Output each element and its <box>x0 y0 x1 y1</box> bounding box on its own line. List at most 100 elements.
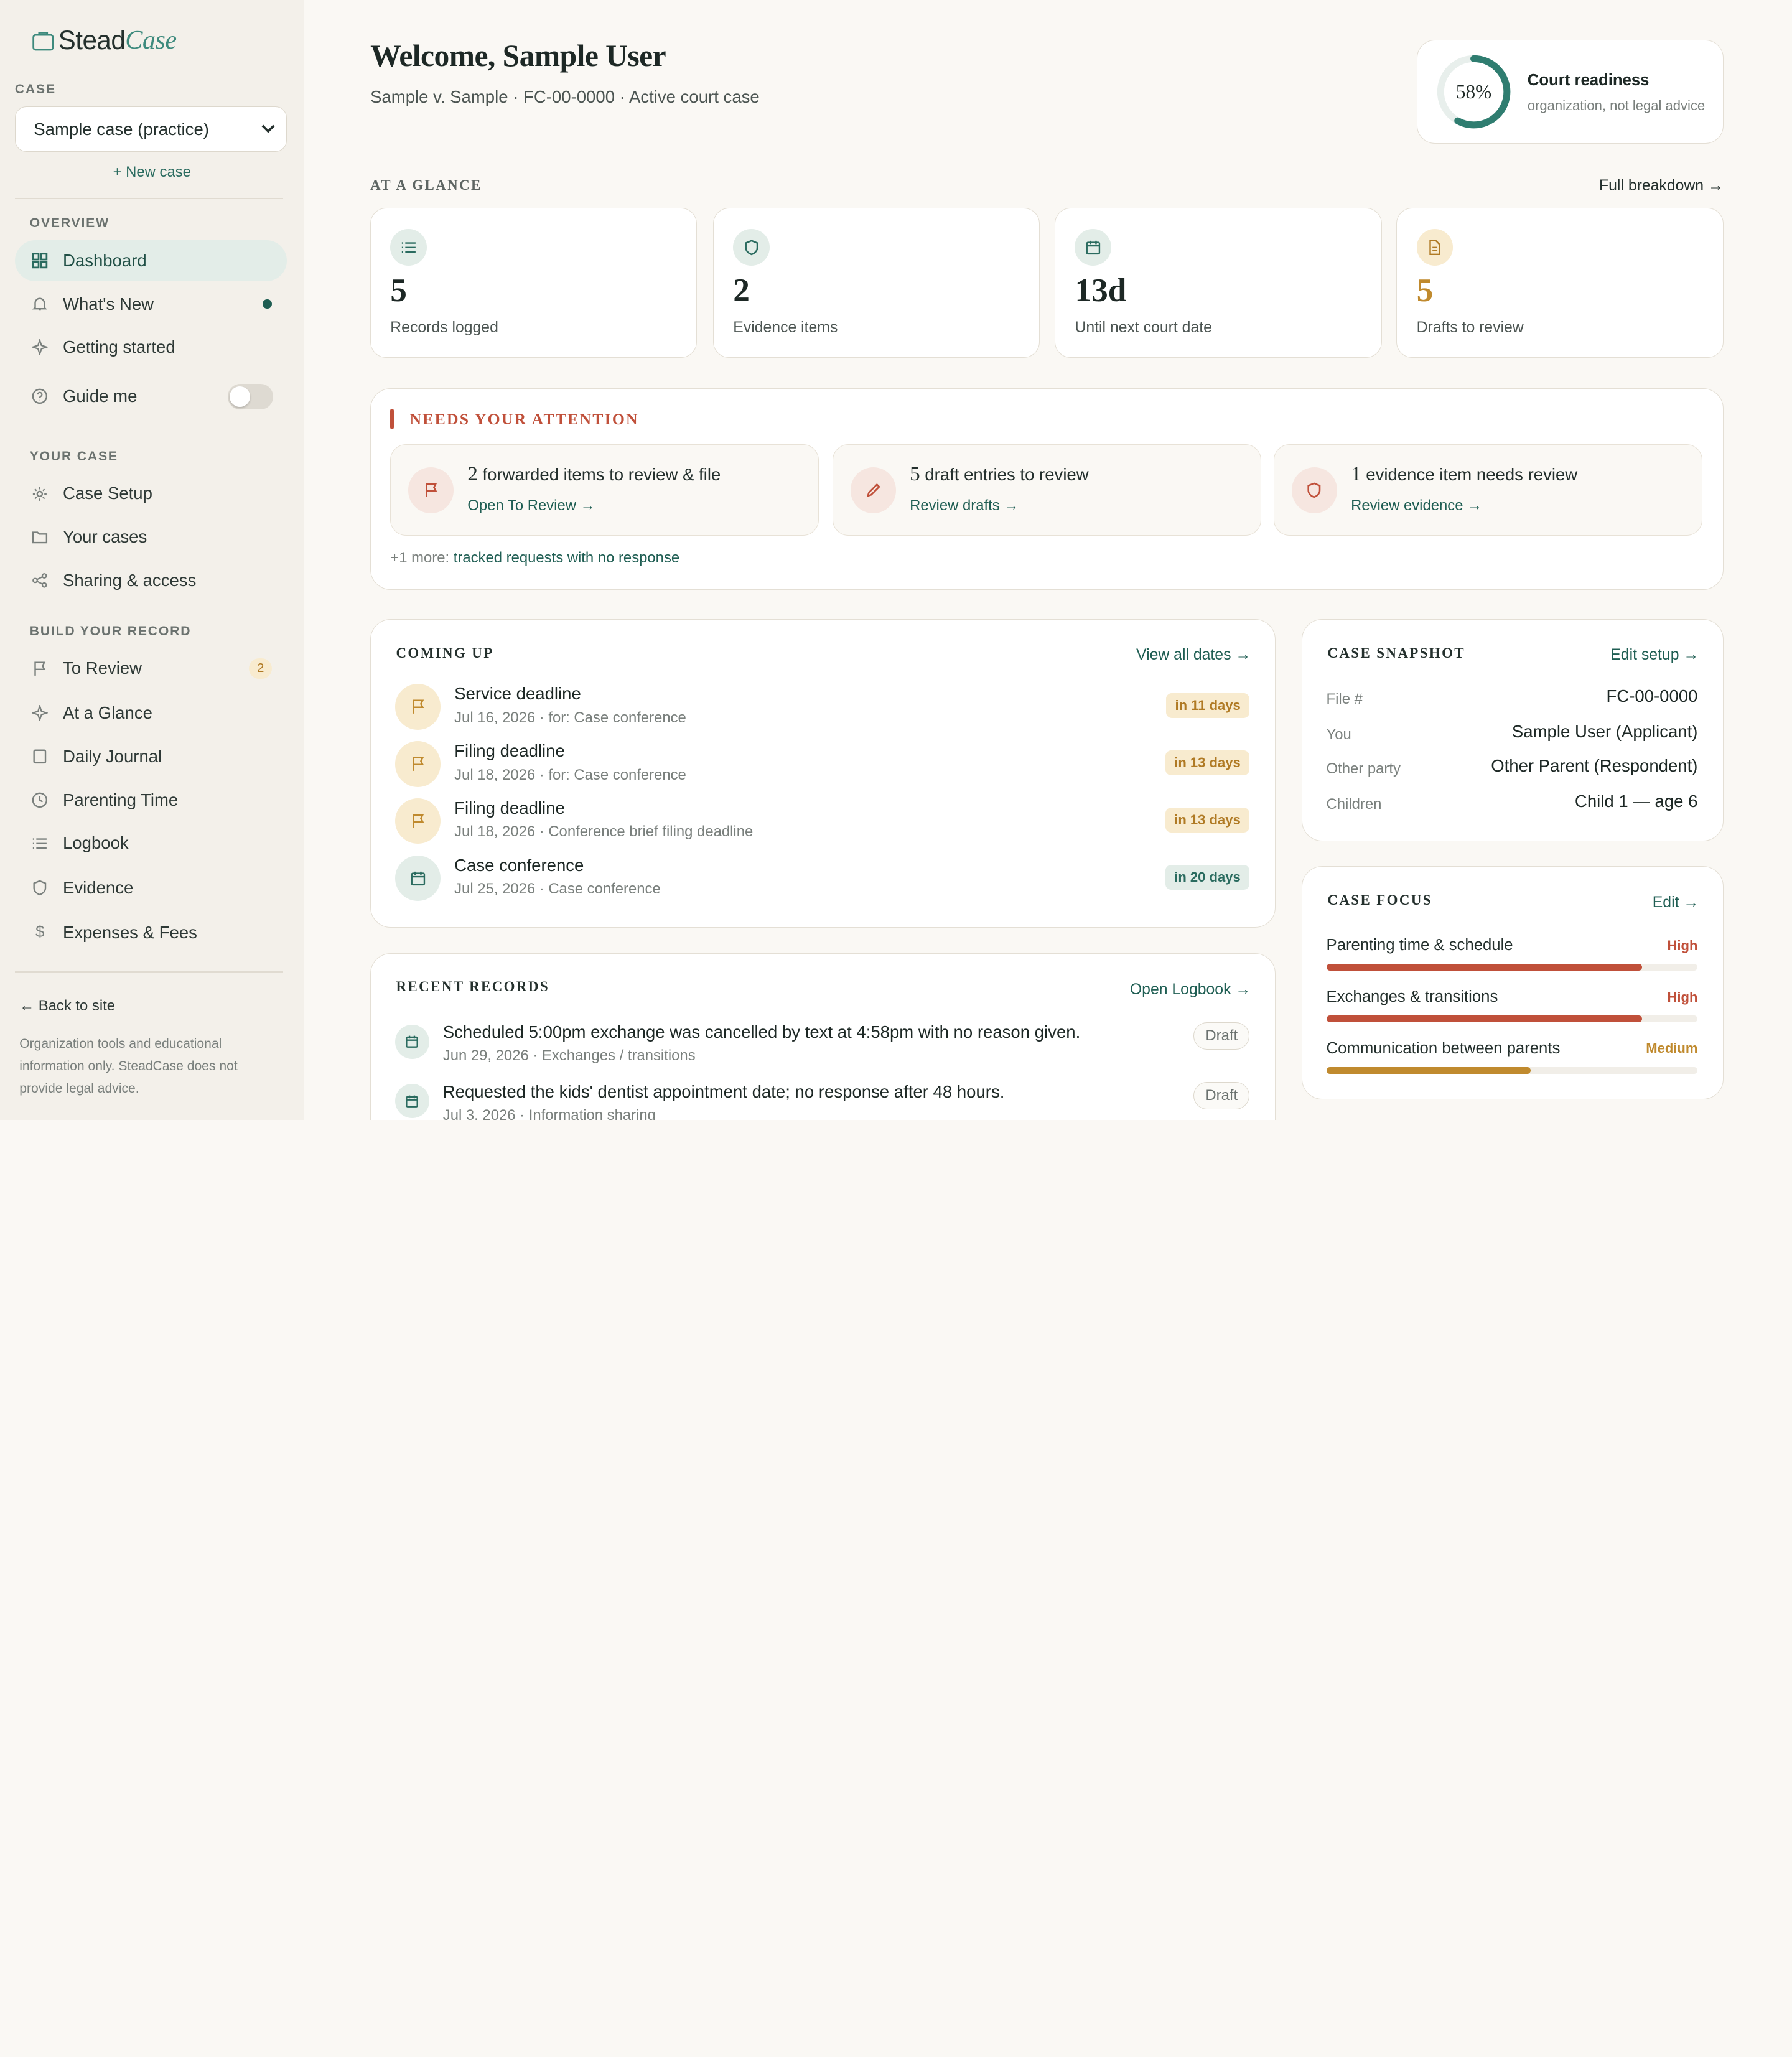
snapshot-value: Sample User (Applicant) <box>1511 721 1698 741</box>
attention-link[interactable]: Review evidence → <box>1351 497 1482 515</box>
bell-icon <box>31 295 49 313</box>
focus-label: Exchanges & transitions <box>1326 987 1498 1005</box>
nav-label: Logbook <box>62 833 129 853</box>
grid-icon <box>31 251 49 269</box>
full-breakdown-link[interactable]: Full breakdown → <box>1599 177 1724 195</box>
clock-icon <box>31 791 49 809</box>
focus-label: Parenting time & schedule <box>1326 936 1513 954</box>
stat-card-records[interactable]: 5 Records logged <box>370 208 698 358</box>
calendar-icon <box>394 855 441 902</box>
help-circle-icon <box>31 388 49 406</box>
divider <box>14 197 284 199</box>
guide-me-toggle[interactable] <box>227 384 273 409</box>
flag-icon <box>31 660 49 678</box>
open-logbook-link[interactable]: Open Logbook → <box>1130 981 1251 999</box>
case-focus-card: CASE FOCUS Edit → Parenting time & sched… <box>1301 866 1724 1099</box>
gear-icon <box>31 485 49 503</box>
snapshot-row: You Sample User (Applicant) <box>1327 722 1698 749</box>
attention-item-drafts[interactable]: 5 draft entries to review Review drafts … <box>833 444 1261 536</box>
nav-parenting-time[interactable]: Parenting Time <box>15 780 287 821</box>
court-readiness-card[interactable]: 58% Court readiness organization, not le… <box>1417 40 1724 144</box>
event-title: Filing deadline <box>454 741 565 761</box>
logo[interactable]: Stead Case <box>31 25 177 55</box>
needs-attention-card: NEEDS YOUR ATTENTION 2 forwarded items t… <box>370 388 1724 590</box>
stat-value: 5 <box>1416 272 1434 309</box>
shield-icon <box>1291 467 1338 513</box>
page-title: Welcome, Sample User <box>370 38 666 73</box>
draft-pill: Draft <box>1193 1081 1250 1109</box>
nav-label: Expenses & Fees <box>62 922 197 942</box>
sparkle-icon <box>31 704 49 722</box>
shield-icon <box>733 229 770 266</box>
days-until-pill: in 13 days <box>1165 807 1250 833</box>
attention-link[interactable]: Open To Review → <box>467 497 595 515</box>
edit-focus-link[interactable]: Edit → <box>1653 894 1699 912</box>
folder-icon <box>31 528 49 546</box>
shield-icon <box>31 879 49 897</box>
case-snapshot-card: CASE SNAPSHOT Edit setup → File # FC-00-… <box>1301 619 1724 841</box>
nav-label: What's New <box>62 294 154 314</box>
flag-icon <box>394 684 441 730</box>
attention-item-forwarded[interactable]: 2 forwarded items to review & file Open … <box>390 444 819 536</box>
nav-sharing-access[interactable]: Sharing & access <box>15 560 287 601</box>
nav-label: At a Glance <box>62 703 152 723</box>
nav-guide-me: Guide me <box>15 376 287 417</box>
focus-bar-fill <box>1326 1015 1642 1022</box>
logo-text-a: Stead <box>58 25 126 55</box>
nav-logbook[interactable]: Logbook <box>15 823 287 864</box>
main-content: Welcome, Sample User Sample v. Sample · … <box>304 0 1792 1120</box>
attention-desc: forwarded items to review & file <box>482 465 721 484</box>
snapshot-key: You <box>1326 726 1351 744</box>
stat-card-drafts[interactable]: 5 Drafts to review <box>1396 208 1724 358</box>
nav-your-cases[interactable]: Your cases <box>15 516 287 557</box>
back-to-site-link[interactable]: ← Back to site <box>19 997 115 1015</box>
attention-link[interactable]: Review drafts → <box>910 497 1019 515</box>
focus-level: High <box>1667 989 1698 1005</box>
chevron-down-icon <box>261 124 275 133</box>
recent-records-heading: RECENT RECORDS <box>396 979 549 995</box>
case-select[interactable]: Sample case (practice) <box>14 106 287 152</box>
stat-label: Drafts to review <box>1416 319 1524 337</box>
focus-bar <box>1326 964 1698 971</box>
new-case-link[interactable]: + New case <box>0 164 304 181</box>
briefcase-icon <box>32 31 54 50</box>
attention-heading: NEEDS YOUR ATTENTION <box>409 409 639 428</box>
stat-card-evidence[interactable]: 2 Evidence items <box>713 208 1040 358</box>
nav-case-setup[interactable]: Case Setup <box>15 473 287 514</box>
coming-up-item[interactable]: Filing deadline Jul 18, 2026 · Conferenc… <box>394 796 1250 846</box>
attention-item-evidence[interactable]: 1 evidence item needs review Review evid… <box>1274 444 1702 536</box>
nav-expenses-fees[interactable]: $ Expenses & Fees <box>15 912 287 953</box>
divider <box>14 971 284 973</box>
coming-up-item[interactable]: Case conference Jul 25, 2026 · Case conf… <box>394 853 1250 903</box>
to-review-count-badge: 2 <box>249 658 273 679</box>
attention-count: 5 <box>910 463 920 485</box>
dollar-icon: $ <box>35 923 45 941</box>
snapshot-key: Other party <box>1326 760 1401 778</box>
days-until-pill: in 20 days <box>1165 864 1250 890</box>
focus-label: Communication between parents <box>1326 1039 1561 1057</box>
event-title: Service deadline <box>454 684 581 704</box>
nav-evidence[interactable]: Evidence <box>15 867 287 908</box>
nav-at-a-glance[interactable]: At a Glance <box>15 693 287 734</box>
nav-whats-new[interactable]: What's New <box>15 284 287 325</box>
more-link[interactable]: tracked requests with no response <box>454 549 679 566</box>
nav-daily-journal[interactable]: Daily Journal <box>15 736 287 777</box>
your-case-section-label: YOUR CASE <box>29 449 118 464</box>
stat-card-court-date[interactable]: 13d Until next court date <box>1055 208 1382 358</box>
nav-getting-started[interactable]: Getting started <box>15 327 287 368</box>
logo-text-b: Case <box>125 26 177 55</box>
nav-to-review[interactable]: To Review 2 <box>15 648 287 689</box>
nav-dashboard[interactable]: Dashboard <box>14 240 287 281</box>
days-until-pill: in 11 days <box>1165 693 1250 719</box>
stat-label: Records logged <box>390 319 498 337</box>
days-until-pill: in 13 days <box>1165 750 1250 776</box>
coming-up-item[interactable]: Service deadline Jul 16, 2026 · for: Cas… <box>394 682 1250 732</box>
view-all-dates-link[interactable]: View all dates → <box>1136 646 1251 664</box>
coming-up-item[interactable]: Filing deadline Jul 18, 2026 · for: Case… <box>394 739 1250 790</box>
snapshot-value: Other Parent (Respondent) <box>1491 756 1698 776</box>
nav-label: Parenting Time <box>62 790 179 809</box>
calendar-icon <box>394 1084 429 1119</box>
edit-setup-link[interactable]: Edit setup → <box>1610 646 1699 664</box>
snapshot-row: Other party Other Parent (Respondent) <box>1327 756 1698 783</box>
snapshot-value: Child 1 — age 6 <box>1574 791 1698 811</box>
